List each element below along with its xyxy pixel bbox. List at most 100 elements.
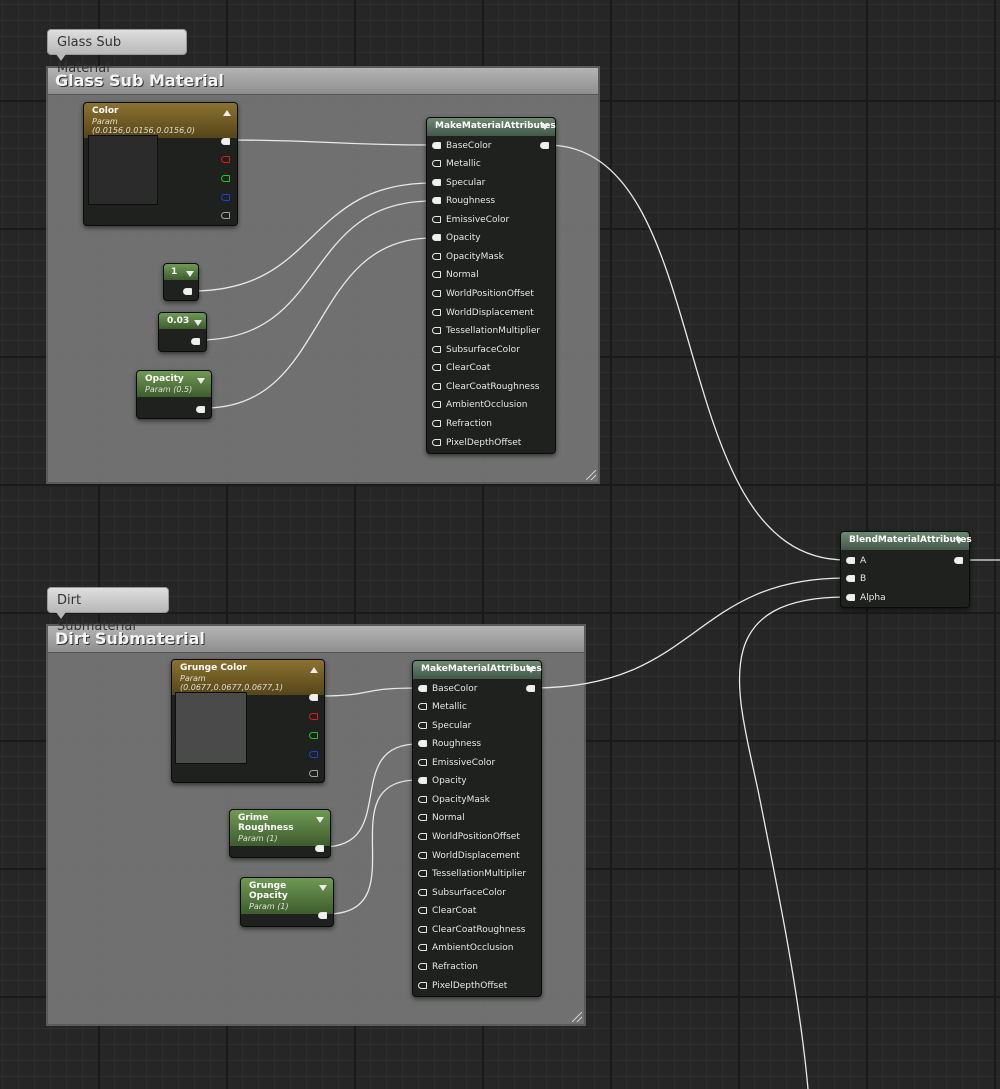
glass-opacity-node-subtitle: Param (0.5) [145,385,193,394]
dirt-grunge-opacity-param-node[interactable]: Grunge Opacity Param (1) [240,877,334,927]
pin-alpha-icon[interactable] [846,594,855,601]
pin-opacity-icon[interactable] [418,777,427,784]
dirt-color-node-subtitle: Param (0.0677,0.0677,0.0677,1) [180,674,283,692]
pin-opacitymask-icon[interactable] [432,253,441,260]
rgba-output-pin[interactable] [309,694,318,701]
blend-material-attributes-node[interactable]: BlendMaterialAttributes A B Alpha [840,531,972,608]
pin-ambientocclusion-icon[interactable] [418,944,427,951]
pin-worlddisplacement-icon[interactable] [418,852,427,859]
blend-output-pin[interactable] [954,557,963,564]
glass-color-node-subtitle: Param (0.0156,0.0156,0.0156,0) [92,117,195,135]
glass-comment-bubble[interactable]: Glass Sub Material [47,29,187,76]
glass-constant-1-value: 1 [171,267,178,277]
dirt-comment-bubble-label: Dirt Submaterial [57,593,137,634]
glass-constant-003-node[interactable]: 0.03 [158,312,207,352]
glass-color-param-node[interactable]: Color Param (0.0156,0.0156,0.0156,0) [83,102,238,226]
b-output-pin[interactable] [221,194,230,201]
constant-output-pin[interactable] [183,288,192,295]
pin-clearcoatroughness-icon[interactable] [432,383,441,390]
g-output-pin[interactable] [309,732,318,739]
pin-refraction-icon[interactable] [418,963,427,970]
glass-comment-resize-handle[interactable] [586,470,596,480]
collapse-arrow-icon[interactable] [310,667,318,673]
collapse-arrow-icon[interactable] [319,885,327,891]
pin-roughness-label: Roughness [446,196,496,206]
pin-roughness-icon[interactable] [418,740,427,747]
dirt-grime-roughness-param-node[interactable]: Grime Roughness Param (1) [229,809,331,858]
glass-make-attributes-title: MakeMaterialAttributes [435,121,556,131]
collapse-arrow-icon[interactable] [955,538,963,544]
dirt-comment-resize-handle[interactable] [572,1012,582,1022]
scalar-output-pin[interactable] [315,845,324,852]
pin-b-label: B [860,574,867,584]
pin-metallic-label: Metallic [446,159,481,169]
g-output-pin[interactable] [221,175,230,182]
a-output-pin[interactable] [309,770,318,777]
b-output-pin[interactable] [309,751,318,758]
a-output-pin[interactable] [221,212,230,219]
dirt-comment-bubble[interactable]: Dirt Submaterial [47,587,169,634]
material-attributes-output-pin[interactable] [540,142,549,149]
pin-tessellationmultiplier-icon[interactable] [432,327,441,334]
pin-subsurfacecolor-icon[interactable] [432,346,441,353]
scalar-output-pin[interactable] [196,406,205,413]
pin-tessellationmultiplier-label: TessellationMultiplier [446,326,541,336]
pin-metallic-icon[interactable] [432,160,441,167]
pin-specular-icon[interactable] [418,722,427,729]
glass-opacity-param-node[interactable]: Opacity Param (0.5) [136,370,212,419]
pin-worldpositionoffset-label: WorldPositionOffset [446,289,534,299]
collapse-arrow-icon[interactable] [541,124,549,130]
pin-basecolor-icon[interactable] [432,142,441,149]
pin-normal-icon[interactable] [432,271,441,278]
pin-tessellationmultiplier-label: TessellationMultiplier [432,869,527,879]
pin-opacity-icon[interactable] [432,234,441,241]
pin-opacitymask-icon[interactable] [418,796,427,803]
pin-roughness-label: Roughness [432,739,482,749]
pin-emissivecolor-icon[interactable] [432,216,441,223]
pin-pixeldepthoffset-label: PixelDepthOffset [446,438,522,448]
dirt-grunge-color-param-node[interactable]: Grunge Color Param (0.0677,0.0677,0.0677… [171,659,325,783]
pin-worldpositionoffset-icon[interactable] [432,290,441,297]
collapse-arrow-icon[interactable] [223,110,231,116]
collapse-arrow-icon[interactable] [316,817,324,823]
constant-output-pin[interactable] [191,338,200,345]
r-output-pin[interactable] [221,156,230,163]
rgba-output-pin[interactable] [221,138,230,145]
pin-clearcoat-icon[interactable] [432,364,441,371]
material-attributes-output-pin[interactable] [526,685,535,692]
scalar-output-pin[interactable] [318,912,327,919]
glass-make-material-attributes-node[interactable]: MakeMaterialAttributes BaseColor Metalli… [426,117,556,454]
pin-a-icon[interactable] [846,557,855,564]
r-output-pin[interactable] [309,713,318,720]
pin-emissivecolor-icon[interactable] [418,759,427,766]
pin-metallic-icon[interactable] [418,703,427,710]
blend-node-title: BlendMaterialAttributes [849,535,972,545]
collapse-arrow-icon[interactable] [197,378,205,384]
dirt-opacity-node-title: Grunge Opacity [249,881,288,901]
pin-pixeldepthoffset-icon[interactable] [418,982,427,989]
pin-subsurfacecolor-icon[interactable] [418,889,427,896]
collapse-arrow-icon[interactable] [186,271,194,277]
glass-comment-title: Glass Sub Material [48,68,598,95]
dirt-make-material-attributes-node[interactable]: MakeMaterialAttributes BaseColor Metalli… [412,660,542,997]
pin-b-icon[interactable] [846,575,855,582]
dirt-opacity-node-header: Grunge Opacity Param (1) [241,878,333,914]
pin-clearcoat-icon[interactable] [418,907,427,914]
pin-basecolor-icon[interactable] [418,685,427,692]
pin-alpha-label: Alpha [860,593,886,603]
glass-constant-1-node[interactable]: 1 [163,263,199,301]
pin-normal-icon[interactable] [418,814,427,821]
pin-ambientocclusion-icon[interactable] [432,401,441,408]
pin-clearcoatroughness-icon[interactable] [418,926,427,933]
collapse-arrow-icon[interactable] [194,320,202,326]
pin-worldpositionoffset-icon[interactable] [418,833,427,840]
pin-tessellationmultiplier-icon[interactable] [418,870,427,877]
collapse-arrow-icon[interactable] [527,667,535,673]
pin-pixeldepthoffset-icon[interactable] [432,439,441,446]
pin-refraction-icon[interactable] [432,420,441,427]
pin-worlddisplacement-icon[interactable] [432,309,441,316]
pin-specular-icon[interactable] [432,179,441,186]
pin-roughness-icon[interactable] [432,197,441,204]
pin-clearcoat-label: ClearCoat [432,906,477,916]
pin-ambientocclusion-label: AmbientOcclusion [432,943,514,953]
